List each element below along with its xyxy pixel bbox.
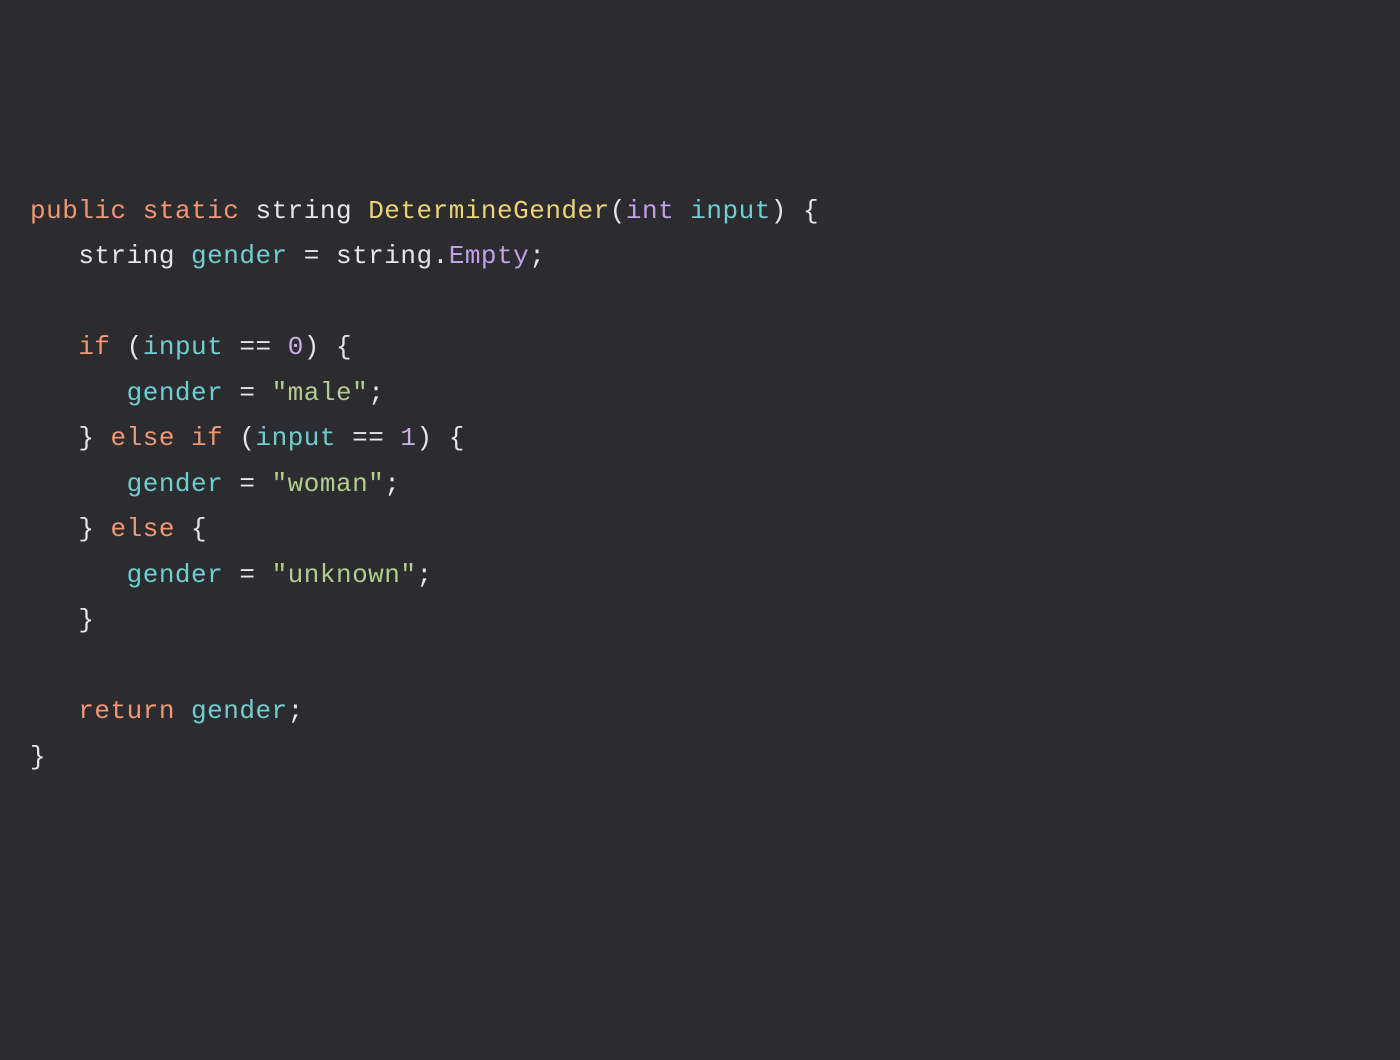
code-line: } [30, 735, 1370, 781]
space [175, 696, 191, 726]
type-string: string [255, 196, 352, 226]
brace-close: } [78, 423, 94, 453]
keyword-return: return [78, 696, 175, 726]
code-line: } else { [30, 507, 1370, 553]
paren-open: ( [610, 196, 626, 226]
brace-open: { [191, 514, 207, 544]
equals: = [223, 560, 271, 590]
brace-open: { [787, 196, 819, 226]
var-input: input [255, 423, 336, 453]
code-line: return gender; [30, 689, 1370, 735]
code-line: gender = "unknown"; [30, 553, 1370, 599]
space [239, 196, 255, 226]
code-line: string gender = string.Empty; [30, 234, 1370, 280]
var-gender: gender [127, 378, 224, 408]
indent [30, 423, 78, 453]
indent [30, 469, 127, 499]
blank-line [30, 644, 1370, 690]
number-literal: 1 [400, 423, 416, 453]
keyword-if: if [191, 423, 223, 453]
code-line: gender = "male"; [30, 371, 1370, 417]
indent [30, 241, 78, 271]
string-literal: "woman" [272, 469, 385, 499]
dot: . [433, 241, 449, 271]
indent [30, 605, 78, 635]
string-literal: "unknown" [272, 560, 417, 590]
indent [30, 560, 127, 590]
semicolon: ; [368, 378, 384, 408]
string-obj: string [336, 241, 433, 271]
indent [30, 378, 127, 408]
space [674, 196, 690, 226]
var-gender: gender [191, 241, 288, 271]
keyword-else: else [94, 514, 191, 544]
function-name: DetermineGender [368, 196, 610, 226]
brace-open: { [320, 332, 352, 362]
code-line: gender = "woman"; [30, 462, 1370, 508]
indent [30, 514, 78, 544]
brace-open: { [433, 423, 465, 453]
semicolon: ; [417, 560, 433, 590]
space [127, 196, 143, 226]
code-line: } else if (input == 1) { [30, 416, 1370, 462]
type-string: string [78, 241, 175, 271]
var-gender: gender [191, 696, 288, 726]
space [352, 196, 368, 226]
paren-close: ) [771, 196, 787, 226]
param-type: int [626, 196, 674, 226]
brace-close: } [78, 514, 94, 544]
keyword-static: static [143, 196, 240, 226]
indent [30, 696, 78, 726]
paren-open: ( [223, 423, 255, 453]
paren-open: ( [111, 332, 143, 362]
string-literal: "male" [272, 378, 369, 408]
equals-op: == [336, 423, 400, 453]
var-gender: gender [127, 469, 224, 499]
equals-op: == [223, 332, 287, 362]
semicolon: ; [288, 696, 304, 726]
equals: = [223, 469, 271, 499]
prop-empty: Empty [449, 241, 530, 271]
keyword-if: if [78, 332, 110, 362]
keyword-else: else [94, 423, 191, 453]
brace-close: } [30, 742, 46, 772]
semicolon: ; [384, 469, 400, 499]
code-line: public static string DetermineGender(int… [30, 189, 1370, 235]
code-line: if (input == 0) { [30, 325, 1370, 371]
keyword-public: public [30, 196, 127, 226]
blank-line [30, 280, 1370, 326]
param-name: input [690, 196, 771, 226]
code-line: } [30, 598, 1370, 644]
indent [30, 332, 78, 362]
equals: = [223, 378, 271, 408]
paren-close: ) [304, 332, 320, 362]
number-literal: 0 [288, 332, 304, 362]
code-block: public static string DetermineGender(int… [30, 189, 1370, 781]
var-input: input [143, 332, 224, 362]
semicolon: ; [529, 241, 545, 271]
paren-close: ) [417, 423, 433, 453]
var-gender: gender [127, 560, 224, 590]
equals: = [288, 241, 336, 271]
space [175, 241, 191, 271]
brace-close: } [78, 605, 94, 635]
